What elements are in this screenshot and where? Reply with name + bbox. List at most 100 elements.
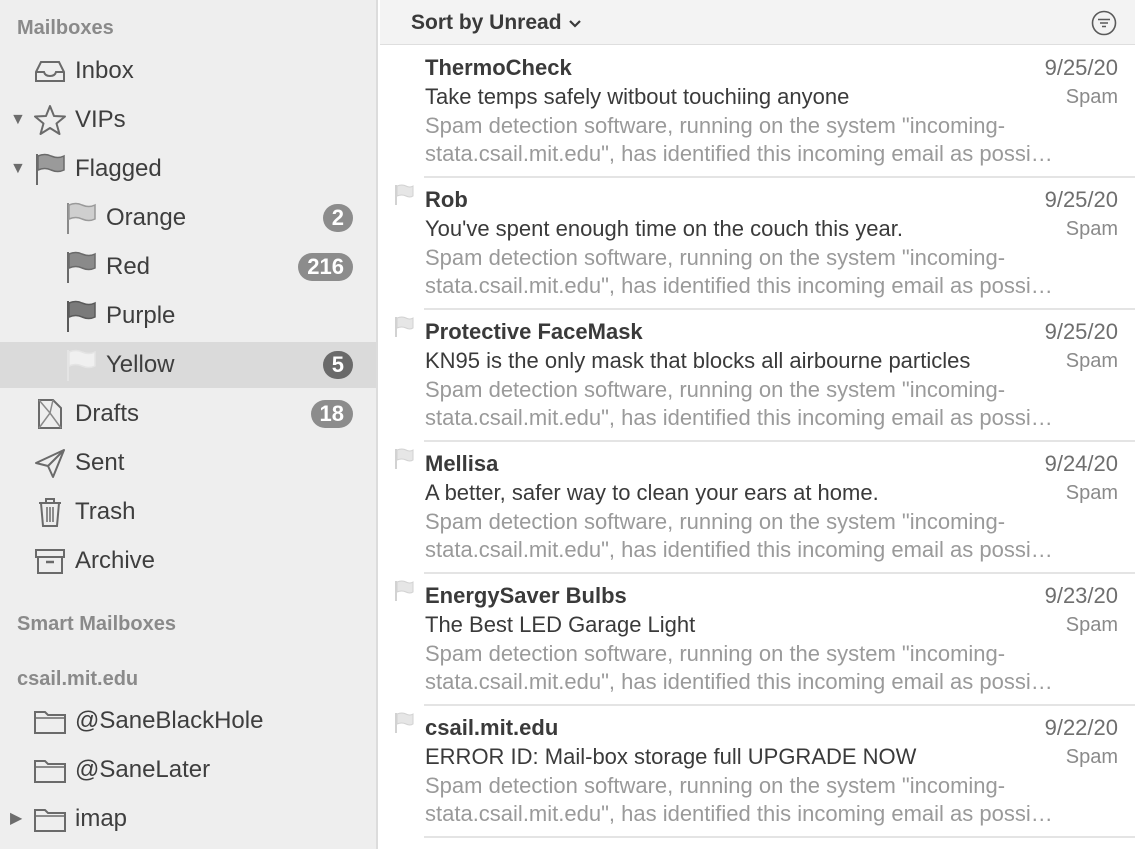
message-preview: Spam detection software, running on the … — [425, 113, 1053, 166]
sidebar-item-label: Inbox — [75, 57, 134, 84]
sidebar-item-label: Orange — [106, 204, 187, 231]
sidebar-item-vips[interactable]: ▼ VIPs — [0, 97, 376, 143]
unread-count-badge: 18 — [310, 400, 353, 428]
sidebar-item-yellow[interactable]: Yellow 5 — [0, 342, 376, 388]
archive-icon — [33, 544, 67, 578]
unread-count-badge: 216 — [298, 253, 353, 281]
sidebar-item-label: VIPs — [75, 106, 126, 133]
message-subject: A better, safer way to clean your ears a… — [425, 480, 879, 505]
message-preview: Spam detection software, running on the … — [425, 773, 1053, 826]
folder-icon — [33, 802, 67, 836]
chevron-down-icon — [568, 11, 582, 35]
message-sender: Mellisa — [425, 451, 499, 476]
unread-count-badge: 5 — [322, 351, 353, 379]
message-mailbox: Spam — [1065, 86, 1118, 108]
sidebar-item-label: Trash — [75, 498, 136, 525]
sidebar: Mailboxes Inbox ▼ VIPs ▼ Flagged Orange … — [0, 0, 378, 849]
flag-icon — [64, 250, 98, 284]
sort-button[interactable]: Sort by Unread — [411, 11, 582, 35]
message-date: 9/23/20 — [1044, 583, 1118, 608]
draft-icon — [33, 397, 67, 431]
message-sender: csail.mit.edu — [425, 715, 559, 740]
flag-icon — [64, 299, 98, 333]
message-preview: Spam detection software, running on the … — [425, 245, 1053, 298]
sidebar-item-drafts[interactable]: Drafts 18 — [0, 391, 376, 437]
flag-icon[interactable] — [393, 580, 415, 602]
message-mailbox: Spam — [1065, 746, 1118, 768]
sidebar-item-label: @SaneBlackHole — [75, 707, 264, 734]
disclosure-triangle-icon[interactable]: ▼ — [10, 112, 26, 128]
message-row[interactable]: Mellisa 9/24/20 A better, safer way to c… — [380, 442, 1135, 574]
trash-icon — [33, 495, 67, 529]
unread-count-badge: 2 — [322, 204, 353, 232]
message-date: 9/25/20 — [1044, 187, 1118, 212]
smart-mailboxes-header[interactable]: Smart Mailboxes — [17, 613, 176, 636]
message-row[interactable]: EnergySaver Bulbs 9/23/20 The Best LED G… — [380, 574, 1135, 706]
folder-icon — [33, 704, 67, 738]
disclosure-triangle-icon[interactable]: ▶ — [10, 811, 22, 827]
message-row[interactable]: Rob 9/25/20 You've spent enough time on … — [380, 178, 1135, 310]
message-mailbox: Spam — [1065, 482, 1118, 504]
message-mailbox: Spam — [1065, 614, 1118, 636]
flag-icon[interactable] — [393, 184, 415, 206]
mailboxes-header: Mailboxes — [17, 17, 114, 39]
message-row[interactable]: ThermoCheck 9/25/20 Take temps safely wi… — [380, 46, 1135, 178]
sidebar-item-label: Purple — [106, 302, 176, 329]
sidebar-item-red[interactable]: Red 216 — [0, 244, 376, 290]
flag-icon[interactable] — [393, 316, 415, 338]
row-divider — [424, 836, 1135, 838]
sidebar-item-sanelater[interactable]: @SaneLater — [0, 747, 376, 793]
sidebar-item-label: imap — [75, 805, 128, 832]
flag-icon — [64, 348, 98, 382]
mail-window: Mailboxes Inbox ▼ VIPs ▼ Flagged Orange … — [0, 0, 1135, 849]
message-mailbox: Spam — [1065, 218, 1118, 240]
message-list: Sort by Unread ThermoCheck 9/25/20 Take … — [380, 0, 1135, 849]
sidebar-item-purple[interactable]: Purple — [0, 293, 376, 339]
flag-icon[interactable] — [393, 712, 415, 734]
message-sender: Protective FaceMask — [425, 319, 643, 344]
inbox-icon — [33, 54, 67, 88]
message-preview: Spam detection software, running on the … — [425, 377, 1053, 430]
sidebar-item-trash[interactable]: Trash — [0, 489, 376, 535]
message-row[interactable]: csail.mit.edu 9/22/20 ERROR ID: Mail-box… — [380, 706, 1135, 838]
message-mailbox: Spam — [1065, 350, 1118, 372]
message-row[interactable]: Protective FaceMask 9/25/20 KN95 is the … — [380, 310, 1135, 442]
message-date: 9/25/20 — [1044, 55, 1118, 80]
sidebar-item-label: @SaneLater — [75, 756, 211, 783]
message-sender: ThermoCheck — [425, 55, 572, 80]
message-subject: You've spent enough time on the couch th… — [425, 216, 903, 241]
sidebar-item-label: Drafts — [75, 400, 140, 427]
sidebar-item-orange[interactable]: Orange 2 — [0, 195, 376, 241]
message-subject: KN95 is the only mask that blocks all ai… — [425, 348, 971, 373]
sort-label: Sort by Unread — [411, 11, 562, 34]
account-header[interactable]: csail.mit.edu — [17, 668, 138, 691]
filter-icon[interactable] — [1091, 10, 1117, 36]
message-sender: EnergySaver Bulbs — [425, 583, 627, 608]
star-icon — [33, 103, 67, 137]
sidebar-item-sent[interactable]: Sent — [0, 440, 376, 486]
sidebar-item-label: Archive — [75, 547, 156, 574]
sidebar-item-label: Red — [106, 253, 151, 280]
message-subject: The Best LED Garage Light — [425, 612, 696, 637]
message-list-header: Sort by Unread — [380, 0, 1135, 45]
message-subject: Take temps safely witbout touchiing anyo… — [425, 84, 850, 109]
paperplane-icon — [33, 446, 67, 480]
sidebar-item-saneblackhole[interactable]: @SaneBlackHole — [0, 698, 376, 744]
sidebar-item-flagged[interactable]: ▼ Flagged — [0, 146, 376, 192]
disclosure-triangle-icon[interactable]: ▼ — [10, 161, 26, 177]
sidebar-item-inbox[interactable]: Inbox — [0, 48, 376, 94]
message-subject: ERROR ID: Mail-box storage full UPGRADE … — [425, 744, 917, 769]
message-preview: Spam detection software, running on the … — [425, 509, 1053, 562]
flag-icon[interactable] — [393, 448, 415, 470]
message-date: 9/24/20 — [1044, 451, 1118, 476]
sidebar-item-archive[interactable]: Archive — [0, 538, 376, 584]
sidebar-item-imap[interactable]: ▶ imap — [0, 796, 376, 842]
sidebar-item-label: Sent — [75, 449, 125, 476]
message-date: 9/22/20 — [1044, 715, 1118, 740]
message-preview: Spam detection software, running on the … — [425, 641, 1053, 694]
message-date: 9/25/20 — [1044, 319, 1118, 344]
folder-icon — [33, 753, 67, 787]
message-sender: Rob — [425, 187, 468, 212]
flag-icon — [33, 152, 67, 186]
sidebar-item-label: Yellow — [106, 351, 175, 378]
